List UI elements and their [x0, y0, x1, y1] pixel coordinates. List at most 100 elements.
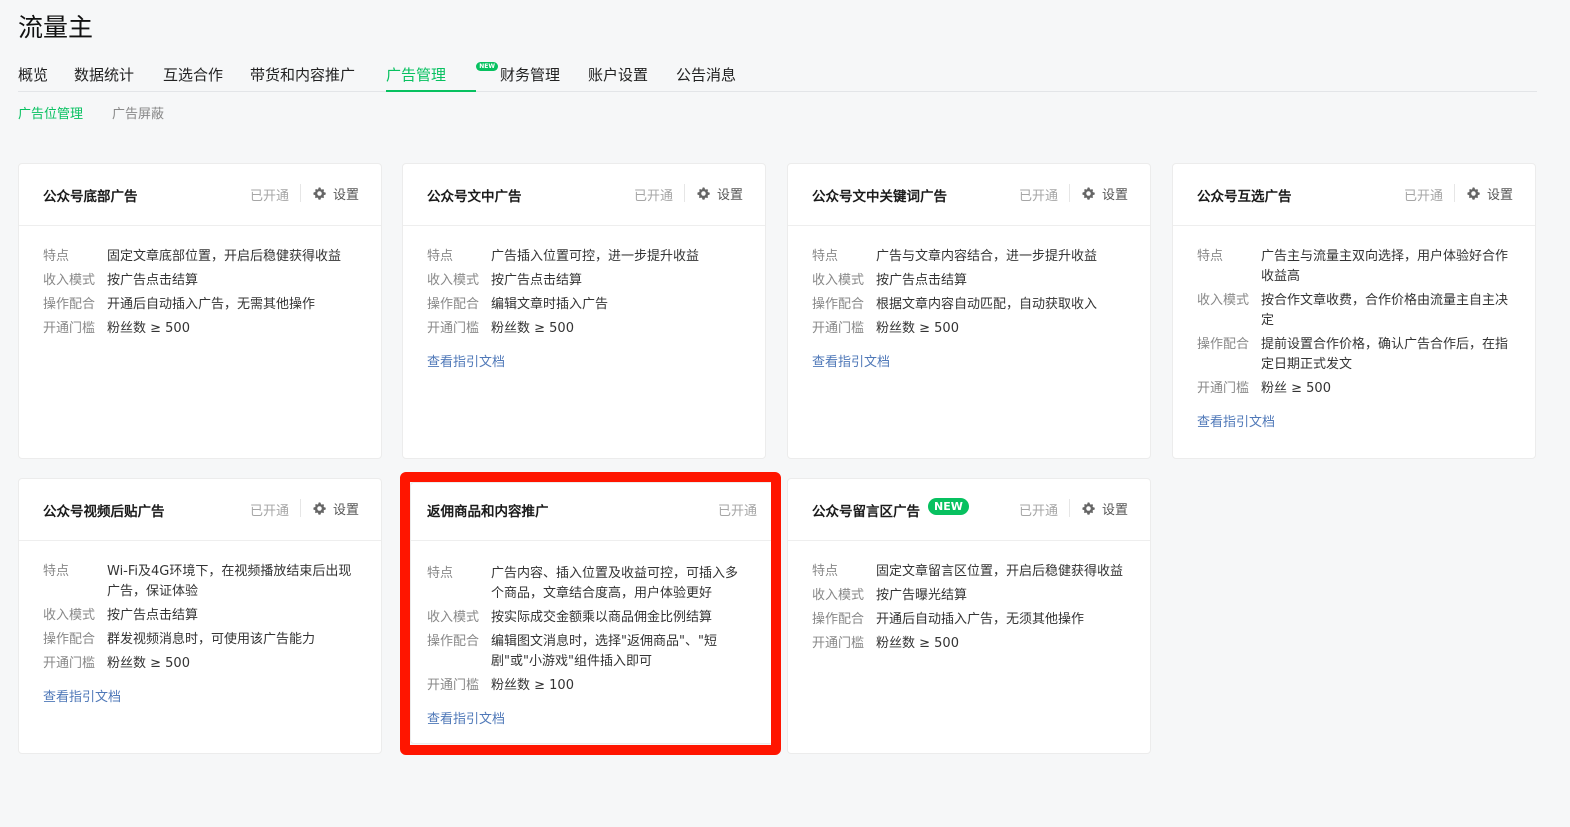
divider — [300, 184, 301, 202]
card-title: 公众号文中关键词广告 — [812, 189, 947, 205]
tab-goods-promotion[interactable]: 带货和内容推广 — [250, 64, 355, 92]
status-label: 已开通 — [1018, 504, 1058, 519]
threshold-label: 开通门槛 — [427, 678, 480, 693]
income-row: 收入模式 按实际成交金额乘以商品佣金比例结算 — [427, 608, 757, 628]
income-value: 按广告曝光结算 — [876, 588, 968, 603]
operation-row: 操作配合 编辑图文消息时，选择"返佣商品"、"短剧"或"小游戏"组件插入即可 — [427, 632, 757, 672]
status-label: 已开通 — [249, 189, 289, 204]
settings-button[interactable]: 设置 — [1081, 498, 1128, 518]
threshold-value: 粉丝数 ≥ 100 — [491, 678, 574, 693]
settings-label: 设置 — [1101, 502, 1128, 518]
divider — [1069, 499, 1070, 517]
ad-card-keyword: 公众号文中关键词广告 已开通 设置 特点 广告与文章内容结合，进一步提升收益 收入… — [787, 163, 1151, 459]
guide-doc-link[interactable]: 查看指引文档 — [427, 708, 505, 727]
income-row: 收入模式 按合作文章收费，合作价格由流量主自主决定 — [1197, 291, 1511, 331]
card-header: 公众号留言区广告 NEW 已开通 设置 — [788, 479, 1150, 541]
feature-value: 固定文章底部位置，开启后稳健获得收益 — [107, 249, 342, 264]
card-body: 特点 广告插入位置可控，进一步提升收益 收入模式 按广告点击结算 操作配合 编辑文章时… — [403, 226, 765, 370]
feature-row: 特点 固定文章底部位置，开启后稳健获得收益 — [43, 247, 357, 267]
tab-finance[interactable]: 财务管理 — [500, 64, 560, 92]
operation-value: 提前设置合作价格，确认广告合作后，在指定日期正式发文 — [1261, 337, 1509, 372]
operation-value: 根据文章内容自动匹配，自动获取收入 — [876, 297, 1098, 312]
card-title: 公众号视频后贴广告 — [43, 504, 165, 520]
operation-label: 操作配合 — [812, 612, 865, 627]
status-label: 已开通 — [633, 189, 673, 204]
settings-button[interactable]: 设置 — [1466, 183, 1513, 203]
feature-row: 特点 广告与文章内容结合，进一步提升收益 — [812, 247, 1126, 267]
feature-row: 特点 广告主与流量主双向选择，用户体验好合作收益高 — [1197, 247, 1511, 287]
card-body: 特点 固定文章底部位置，开启后稳健获得收益 收入模式 按广告点击结算 操作配合 开通后… — [19, 226, 381, 339]
threshold-value: 粉丝 ≥ 500 — [1261, 381, 1331, 396]
tab-announcements[interactable]: 公告消息 — [676, 64, 736, 92]
card-title: 公众号底部广告 — [43, 189, 138, 205]
feature-value: 广告主与流量主双向选择，用户体验好合作收益高 — [1261, 249, 1509, 284]
settings-label: 设置 — [332, 187, 359, 203]
threshold-value: 粉丝数 ≥ 500 — [491, 321, 574, 336]
ad-card-bottom: 公众号底部广告 已开通 设置 特点 固定文章底部位置，开启后稳健获得收益 收入模式… — [18, 163, 382, 459]
threshold-label: 开通门槛 — [812, 636, 865, 651]
gear-icon — [697, 186, 710, 200]
feature-label: 特点 — [427, 566, 454, 581]
operation-value: 编辑图文消息时，选择"返佣商品"、"短剧"或"小游戏"组件插入即可 — [491, 634, 717, 669]
operation-label: 操作配合 — [43, 632, 96, 647]
card-header: 公众号文中关键词广告 已开通 设置 — [788, 164, 1150, 226]
card-body: 特点 广告与文章内容结合，进一步提升收益 收入模式 按广告点击结算 操作配合 根据文章… — [788, 226, 1150, 370]
gear-icon — [313, 186, 326, 200]
operation-label: 操作配合 — [812, 297, 865, 312]
settings-button[interactable]: 设置 — [312, 183, 359, 203]
income-row: 收入模式 按广告点击结算 — [812, 271, 1126, 291]
income-value: 按广告点击结算 — [491, 273, 583, 288]
feature-row: 特点 广告内容、插入位置及收益可控，可插入多个商品，文章结合度高，用户体验更好 — [427, 564, 757, 604]
card-body: 特点 Wi-Fi及4G环境下，在视频播放结束后出现广告，保证体验 收入模式 按广告点… — [19, 541, 381, 705]
guide-doc-link[interactable]: 查看指引文档 — [427, 351, 505, 370]
main-nav: 概览 数据统计 互选合作 带货和内容推广 广告管理 NEW 财务管理 账户设置 … — [18, 60, 1537, 92]
subtab-ad-blocking[interactable]: 广告屏蔽 — [112, 103, 164, 122]
operation-value: 开通后自动插入广告，无须其他操作 — [876, 612, 1085, 627]
tab-mutual-selection[interactable]: 互选合作 — [163, 64, 223, 92]
tab-overview[interactable]: 概览 — [18, 64, 48, 92]
settings-button[interactable]: 设置 — [696, 183, 743, 203]
income-value: 按实际成交金额乘以商品佣金比例结算 — [491, 610, 713, 625]
feature-label: 特点 — [43, 564, 70, 579]
tab-data-stats[interactable]: 数据统计 — [74, 64, 134, 92]
operation-label: 操作配合 — [427, 634, 480, 649]
divider — [300, 499, 301, 517]
operation-value: 编辑文章时插入广告 — [491, 297, 609, 312]
divider — [684, 184, 685, 202]
threshold-value: 粉丝数 ≥ 500 — [876, 636, 959, 651]
feature-row: 特点 广告插入位置可控，进一步提升收益 — [427, 247, 741, 267]
income-label: 收入模式 — [1197, 293, 1250, 308]
gear-icon — [313, 501, 326, 515]
operation-row: 操作配合 群发视频消息时，可使用该广告能力 — [43, 630, 357, 650]
ad-card-comment-area: 公众号留言区广告 NEW 已开通 设置 特点 固定文章留言区位置，开启后稳健获得收… — [787, 478, 1151, 754]
settings-button[interactable]: 设置 — [1081, 183, 1128, 203]
gear-icon — [1082, 501, 1095, 515]
income-label: 收入模式 — [427, 273, 480, 288]
feature-label: 特点 — [812, 249, 839, 264]
threshold-value: 粉丝数 ≥ 500 — [876, 321, 959, 336]
subtab-ad-slot-management[interactable]: 广告位管理 — [18, 103, 83, 122]
threshold-row: 开通门槛 粉丝数 ≥ 500 — [812, 319, 1126, 339]
settings-button[interactable]: 设置 — [312, 498, 359, 518]
feature-value: 广告与文章内容结合，进一步提升收益 — [876, 249, 1098, 264]
feature-label: 特点 — [427, 249, 454, 264]
guide-doc-link[interactable]: 查看指引文档 — [812, 351, 890, 370]
income-value: 按广告点击结算 — [107, 608, 199, 623]
income-value: 按广告点击结算 — [876, 273, 968, 288]
card-header: 公众号文中广告 已开通 设置 — [403, 164, 765, 226]
card-title: 公众号互选广告 — [1197, 189, 1292, 205]
card-header: 返佣商品和内容推广 已开通 — [411, 483, 773, 541]
tab-ad-management[interactable]: 广告管理 NEW — [386, 62, 498, 92]
feature-label: 特点 — [812, 564, 839, 579]
card-body: 特点 固定文章留言区位置，开启后稳健获得收益 收入模式 按广告曝光结算 操作配合 开通… — [788, 541, 1150, 654]
feature-label: 特点 — [43, 249, 70, 264]
new-tag: NEW — [476, 62, 498, 71]
tab-account-settings[interactable]: 账户设置 — [588, 64, 648, 92]
income-label: 收入模式 — [43, 608, 96, 623]
status-label: 已开通 — [717, 504, 757, 519]
operation-row: 操作配合 根据文章内容自动匹配，自动获取收入 — [812, 295, 1126, 315]
income-label: 收入模式 — [427, 610, 480, 625]
settings-label: 设置 — [332, 502, 359, 518]
guide-doc-link[interactable]: 查看指引文档 — [43, 686, 121, 705]
guide-doc-link[interactable]: 查看指引文档 — [1197, 411, 1275, 430]
